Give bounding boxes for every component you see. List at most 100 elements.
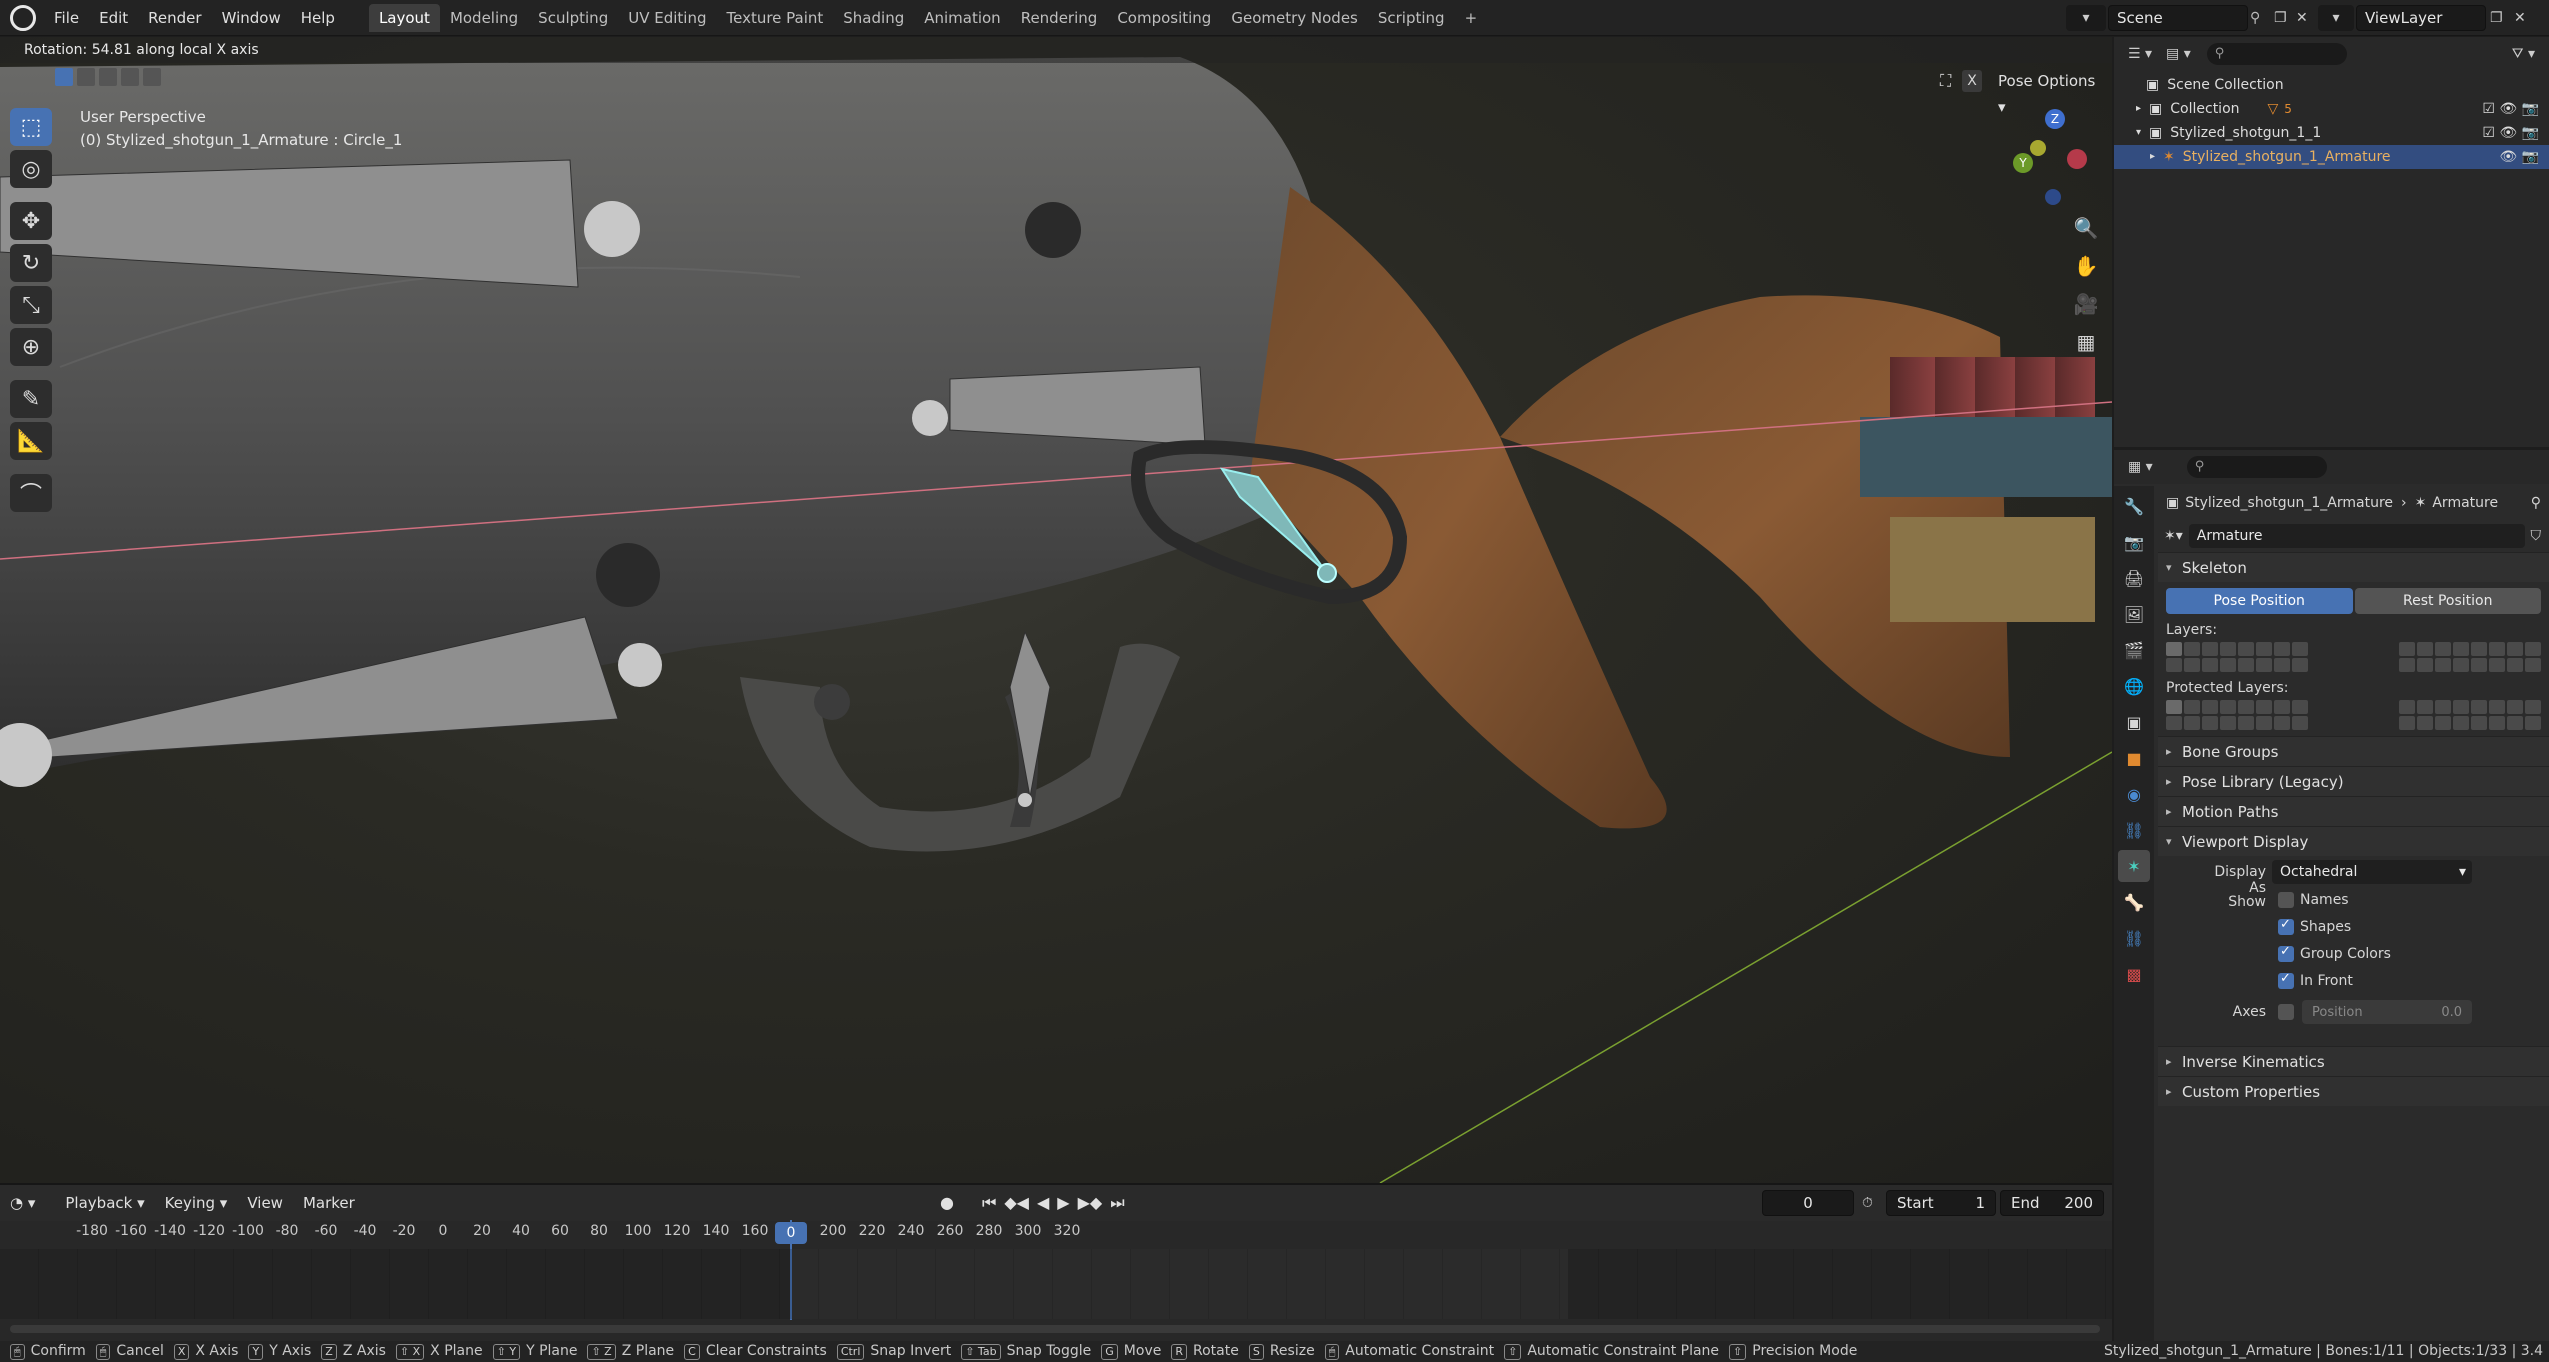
panel-custom-properties-header[interactable]: ▸ Custom Properties bbox=[2158, 1076, 2549, 1106]
rotate-tool-icon[interactable]: ↻ bbox=[10, 244, 52, 282]
outliner-row-scene-collection[interactable]: ▣ Scene Collection bbox=[2114, 73, 2549, 97]
axes-position-field[interactable]: Position 0.0 bbox=[2302, 1000, 2472, 1024]
in-front-checkbox[interactable] bbox=[2278, 971, 2294, 989]
object-tab-icon[interactable]: ■ bbox=[2118, 742, 2150, 774]
fake-user-shield-icon[interactable]: ⛉ bbox=[2531, 528, 2542, 544]
bone-constraints-tab-icon[interactable]: ⛓ bbox=[2118, 922, 2150, 954]
expand-arrow-icon[interactable]: ▸ bbox=[2136, 97, 2141, 121]
properties-search-input[interactable]: ⚲ bbox=[2186, 456, 2327, 478]
tab-layout[interactable]: Layout bbox=[368, 3, 440, 32]
breakdowner-tool-icon[interactable]: ⌒ bbox=[10, 474, 52, 512]
names-checkbox[interactable] bbox=[2278, 892, 2294, 908]
outliner-search-input[interactable]: ⚲ bbox=[2206, 43, 2347, 65]
new-view-layer-icon[interactable]: ❐ bbox=[2490, 5, 2512, 31]
menu-help[interactable]: Help bbox=[291, 0, 345, 36]
select-subtract-icon[interactable] bbox=[99, 68, 117, 86]
panel-bone-groups-header[interactable]: ▸ Bone Groups bbox=[2158, 736, 2549, 766]
outliner-type-icon[interactable]: ☰ ▾ bbox=[2128, 46, 2152, 62]
transform-pivot-icon[interactable]: ⛶ bbox=[1940, 68, 1962, 94]
physics-tab-icon[interactable]: ◉ bbox=[2118, 778, 2150, 810]
new-scene-icon[interactable]: ❐ bbox=[2274, 5, 2296, 31]
annotate-tool-icon[interactable]: ✎ bbox=[10, 380, 52, 418]
render-tab-icon[interactable]: 📷 bbox=[2118, 526, 2150, 558]
tab-scripting[interactable]: Scripting bbox=[1368, 4, 1455, 32]
tab-compositing[interactable]: Compositing bbox=[1107, 4, 1221, 32]
zoom-icon[interactable]: 🔍 bbox=[2068, 210, 2104, 246]
playhead-frame-label[interactable]: 0 bbox=[775, 1222, 807, 1244]
tab-sculpting[interactable]: Sculpting bbox=[528, 4, 618, 32]
armature-name-field[interactable]: Armature bbox=[2188, 524, 2525, 548]
bone-tab-icon[interactable]: 🦴 bbox=[2118, 886, 2150, 918]
armature-data-tab-icon[interactable]: ✶ bbox=[2118, 850, 2150, 882]
view-layer-type-icon[interactable]: ▾ bbox=[2318, 5, 2354, 31]
transform-tool-icon[interactable]: ⊕ bbox=[10, 328, 52, 366]
add-workspace-button[interactable]: + bbox=[1455, 4, 1488, 32]
pan-hand-icon[interactable]: ✋ bbox=[2068, 248, 2104, 284]
collapse-arrow-icon[interactable]: ▾ bbox=[2136, 121, 2141, 145]
select-invert-icon[interactable] bbox=[121, 68, 139, 86]
gizmo-y-axis[interactable]: Y bbox=[2013, 153, 2033, 173]
rest-position-button[interactable]: Rest Position bbox=[2354, 588, 2541, 614]
delete-scene-icon[interactable]: ✕ bbox=[2296, 5, 2318, 31]
tab-modeling[interactable]: Modeling bbox=[440, 4, 528, 32]
row-visibility-icons[interactable]: ☑ 👁 📷 bbox=[2482, 121, 2539, 145]
panel-motion-paths-header[interactable]: ▸ Motion Paths bbox=[2158, 796, 2549, 826]
pose-options-dropdown[interactable]: Pose Options ▾ bbox=[1988, 68, 2106, 116]
outliner-row-collection[interactable]: ▸ ▣ Collection ▽ 5 ☑ 👁 📷 bbox=[2114, 97, 2549, 121]
menu-edit[interactable]: Edit bbox=[89, 0, 138, 36]
world-tab-icon[interactable]: 🌐 bbox=[2118, 670, 2150, 702]
tab-shading[interactable]: Shading bbox=[833, 4, 914, 32]
axes-checkbox[interactable] bbox=[2278, 1004, 2294, 1020]
menu-window[interactable]: Window bbox=[212, 0, 291, 36]
constraints-tab-icon[interactable]: ⛓ bbox=[2118, 814, 2150, 846]
shapes-checkbox[interactable] bbox=[2278, 917, 2294, 935]
panel-viewport-display-header[interactable]: ▾ Viewport Display bbox=[2158, 826, 2549, 856]
collection-tab-icon[interactable]: ▣ bbox=[2118, 706, 2150, 738]
filter-icon[interactable]: ⛛ ▾ bbox=[2512, 46, 2535, 62]
menu-file[interactable]: File bbox=[44, 0, 89, 36]
tab-animation[interactable]: Animation bbox=[914, 4, 1010, 32]
cursor-tool-icon[interactable]: ◎ bbox=[10, 150, 52, 188]
protected-layers-grid[interactable] bbox=[2166, 700, 2541, 730]
names-checkbox-row[interactable]: Names bbox=[2278, 892, 2349, 908]
camera-view-icon[interactable]: 🎥 bbox=[2068, 286, 2104, 322]
layers-grid[interactable] bbox=[2166, 642, 2541, 672]
shapes-checkbox-row[interactable]: Shapes bbox=[2278, 917, 2351, 935]
row-visibility-icons[interactable]: 👁 📷 bbox=[2499, 145, 2539, 169]
tab-geometry-nodes[interactable]: Geometry Nodes bbox=[1221, 4, 1368, 32]
outliner-row-armature[interactable]: ▸ ✶ Stylized_shotgun_1_Armature 👁 📷 bbox=[2114, 145, 2549, 169]
gizmo-x-axis[interactable] bbox=[2067, 149, 2087, 169]
delete-view-layer-icon[interactable]: ✕ bbox=[2514, 5, 2536, 31]
select-box-tool-icon[interactable]: ⬚ bbox=[10, 108, 52, 146]
pose-position-button[interactable]: Pose Position bbox=[2166, 588, 2353, 614]
scene-type-icon[interactable]: ▾ bbox=[2066, 5, 2106, 31]
view-layer-field[interactable]: ViewLayer bbox=[2356, 5, 2486, 31]
properties-type-icon[interactable]: ▦ ▾ bbox=[2128, 459, 2153, 475]
timeline-scrollbar[interactable] bbox=[10, 1325, 2100, 1333]
row-visibility-icons[interactable]: ☑ 👁 📷 bbox=[2482, 97, 2539, 121]
panel-inverse-kinematics-header[interactable]: ▸ Inverse Kinematics bbox=[2158, 1046, 2549, 1076]
scene-field[interactable]: Scene bbox=[2108, 5, 2248, 31]
select-new-icon[interactable] bbox=[55, 68, 73, 86]
3d-viewport[interactable] bbox=[0, 37, 2112, 1183]
expand-arrow-icon[interactable]: ▸ bbox=[2150, 145, 2155, 169]
in-front-checkbox-row[interactable]: In Front bbox=[2278, 971, 2353, 989]
move-tool-icon[interactable]: ✥ bbox=[10, 202, 52, 240]
group-colors-checkbox[interactable] bbox=[2278, 944, 2294, 962]
output-tab-icon[interactable]: 🖨 bbox=[2118, 562, 2150, 594]
panel-skeleton-header[interactable]: ▾ Skeleton bbox=[2158, 552, 2549, 582]
scale-tool-icon[interactable]: ⤡ bbox=[10, 286, 52, 324]
panel-pose-library-header[interactable]: ▸ Pose Library (Legacy) bbox=[2158, 766, 2549, 796]
armature-datablock-icon[interactable]: ✶▾ bbox=[2164, 528, 2183, 544]
select-intersect-icon[interactable] bbox=[143, 68, 161, 86]
x-mirror-button[interactable]: X bbox=[1962, 70, 1982, 92]
tab-rendering[interactable]: Rendering bbox=[1011, 4, 1108, 32]
pin-icon[interactable]: ⚲ bbox=[2531, 495, 2541, 511]
select-extend-icon[interactable] bbox=[77, 68, 95, 86]
texture-tab-icon[interactable]: ▩ bbox=[2118, 958, 2150, 990]
group-colors-checkbox-row[interactable]: Group Colors bbox=[2278, 944, 2391, 962]
display-mode-icon[interactable]: ▤ ▾ bbox=[2166, 46, 2191, 62]
gizmo-z-axis[interactable]: Z bbox=[2045, 109, 2065, 129]
navigation-gizmo[interactable]: Z Y bbox=[2005, 105, 2095, 205]
pin-scene-icon[interactable]: ⚲ bbox=[2250, 5, 2272, 31]
